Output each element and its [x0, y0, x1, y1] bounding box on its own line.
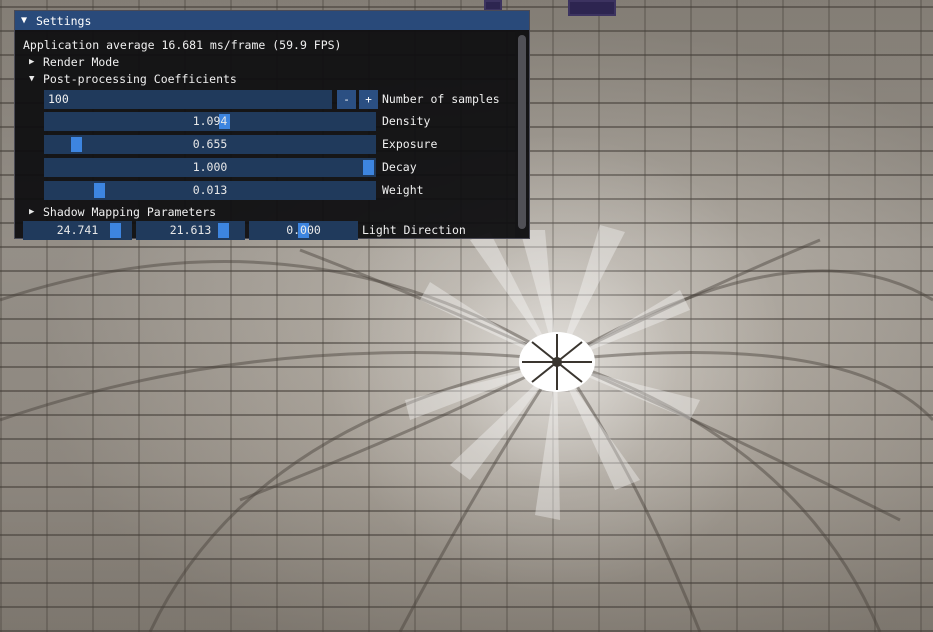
slider-grab[interactable] [94, 183, 105, 198]
decay-value: 1.000 [192, 160, 228, 174]
density-slider[interactable]: 1.094 [44, 112, 376, 131]
samples-label: Number of samples [382, 92, 500, 106]
exposure-value: 0.655 [192, 137, 228, 151]
tree-node-post-processing[interactable]: ▼ Post-processing Coefficients [29, 69, 237, 88]
settings-title-bar[interactable]: ▼ Settings [15, 11, 529, 30]
decay-label: Decay [382, 160, 417, 174]
fps-text: Application average 16.681 ms/frame (59.… [23, 37, 342, 52]
triangle-down-icon[interactable]: ▼ [21, 15, 33, 26]
tree-label-render-mode: Render Mode [43, 54, 120, 69]
exposure-label: Exposure [382, 137, 438, 151]
triangle-down-icon: ▼ [29, 73, 35, 84]
light-direction-z[interactable]: 0.000 [249, 221, 358, 240]
density-label: Density [382, 114, 431, 128]
light-direction-x[interactable]: 24.741 [23, 221, 132, 240]
scrollbar-thumb[interactable] [518, 35, 526, 229]
triangle-right-icon: ▶ [29, 206, 35, 217]
light-direction-label: Light Direction [362, 223, 466, 237]
light-direction-x-value: 24.741 [56, 223, 99, 237]
weight-slider[interactable]: 0.013 [44, 181, 376, 200]
slider-grab[interactable] [363, 160, 374, 175]
decay-slider[interactable]: 1.000 [44, 158, 376, 177]
slider-grab[interactable] [110, 223, 121, 238]
light-direction-y-value: 21.613 [169, 223, 212, 237]
tree-label-shadow-mapping: Shadow Mapping Parameters [43, 204, 217, 219]
samples-minus-button[interactable]: - [337, 90, 356, 109]
light-direction-y[interactable]: 21.613 [136, 221, 245, 240]
weight-label: Weight [382, 183, 424, 197]
settings-window[interactable]: ▼ Settings Application average 16.681 ms… [14, 10, 530, 240]
exposure-slider[interactable]: 0.655 [44, 135, 376, 154]
weight-value: 0.013 [192, 183, 228, 197]
slider-grab[interactable] [71, 137, 82, 152]
light-direction-z-value: 0.000 [286, 223, 321, 237]
triangle-right-icon: ▶ [29, 56, 35, 67]
samples-plus-button[interactable]: + [359, 90, 378, 109]
samples-input[interactable]: 100 [44, 90, 332, 109]
window-title: Settings [36, 13, 92, 28]
tree-node-shadow-mapping[interactable]: ▶ Shadow Mapping Parameters [29, 202, 216, 221]
density-value: 1.094 [192, 114, 228, 128]
tree-label-post-processing: Post-processing Coefficients [43, 71, 237, 86]
slider-grab[interactable] [218, 223, 229, 238]
